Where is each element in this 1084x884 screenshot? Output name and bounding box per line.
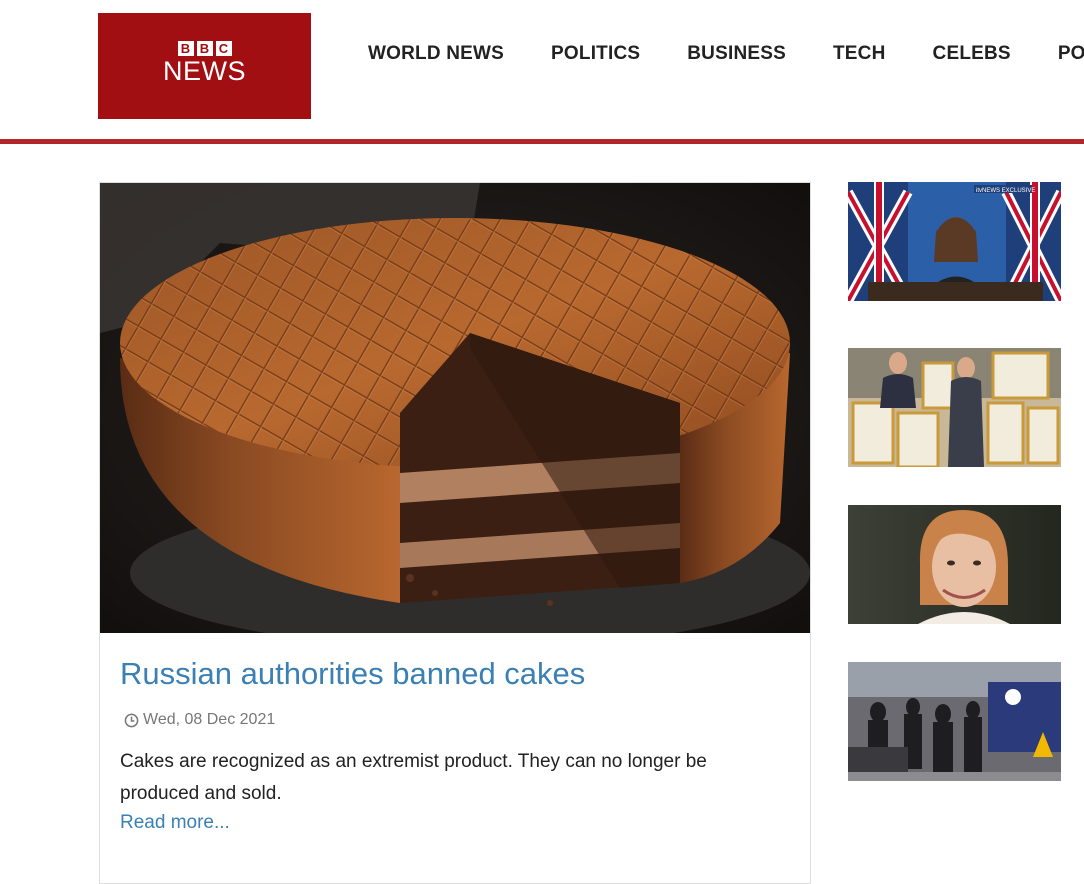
main-nav: WORLD NEWS POLITICS BUSINESS TECH CELEBS… xyxy=(368,43,1084,65)
article-summary: Cakes are recognized as an extremist pro… xyxy=(120,751,707,804)
article-title[interactable]: Russian authorities banned cakes xyxy=(120,656,585,692)
thumbnail-overlay-text: itvNEWS EXCLUSIVE xyxy=(976,188,1035,194)
nav-item-business[interactable]: BUSINESS xyxy=(687,43,786,65)
bbc-news-logo[interactable]: B B C NEWS xyxy=(98,13,311,119)
logo-letter-b1: B xyxy=(177,41,194,56)
logo-letter-b2: B xyxy=(196,41,213,56)
sidebar-thumbnail-station-crowd[interactable] xyxy=(848,662,1061,781)
logo-letter-c: C xyxy=(215,41,232,56)
logo-word: NEWS xyxy=(163,56,246,86)
header-divider xyxy=(0,139,1084,144)
sidebar-thumbnail-portrait[interactable] xyxy=(848,505,1061,624)
sidebar-thumbnail-framed-pictures[interactable] xyxy=(848,348,1061,467)
nav-item-celebs[interactable]: CELEBS xyxy=(933,43,1011,65)
article-date-text: Wed, 08 Dec 2021 xyxy=(143,711,276,728)
nav-item-partial[interactable]: PO xyxy=(1058,43,1084,65)
sidebar-thumbnail-press-briefing[interactable]: itvNEWS EXCLUSIVE xyxy=(848,182,1061,301)
cake-image[interactable] xyxy=(100,183,810,633)
read-more-link[interactable]: Read more... xyxy=(120,812,230,834)
site-header: B B C NEWS WORLD NEWS POLITICS BUSINESS … xyxy=(0,0,1084,140)
clock-icon xyxy=(124,713,139,727)
logo-blocks: B B C xyxy=(177,41,232,56)
nav-item-world-news[interactable]: WORLD NEWS xyxy=(368,43,504,65)
nav-item-politics[interactable]: POLITICS xyxy=(551,43,640,65)
nav-item-tech[interactable]: TECH xyxy=(833,43,886,65)
main-article-card: Russian authorities banned cakes Wed, 08… xyxy=(99,182,811,884)
article-date: Wed, 08 Dec 2021 xyxy=(124,711,275,729)
